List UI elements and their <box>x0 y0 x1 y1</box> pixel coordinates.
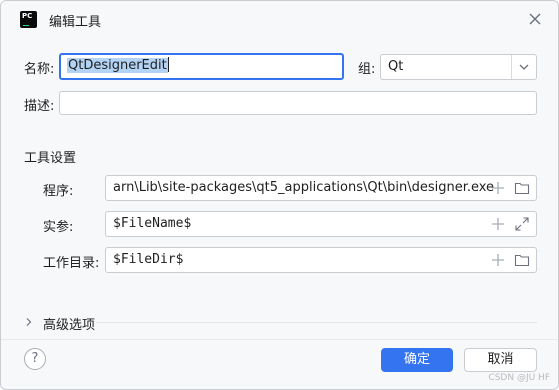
dialog-title: 编辑工具 <box>49 15 102 30</box>
group-combobox[interactable]: Qt <box>380 54 537 80</box>
working-directory-value: $FileDir$ <box>113 252 184 267</box>
ok-button[interactable]: 确定 <box>381 348 453 372</box>
advanced-options-toggle[interactable]: 高级选项 <box>23 313 96 333</box>
arguments-label: 实参: <box>43 220 74 235</box>
help-icon[interactable]: ? <box>24 348 46 370</box>
pycharm-logo-icon: PC <box>20 11 37 28</box>
program-value: arn\Lib\site-packages\qt5_applications\Q… <box>113 180 495 195</box>
description-input[interactable] <box>59 91 537 115</box>
name-input[interactable]: QtDesignerEdit <box>59 53 344 80</box>
working-directory-input[interactable]: $FileDir$ <box>105 247 537 273</box>
group-label: 组: <box>358 62 376 77</box>
folder-icon[interactable] <box>514 252 530 268</box>
folder-icon[interactable] <box>514 180 530 196</box>
advanced-options-label: 高级选项 <box>43 318 96 333</box>
footer-divider <box>1 339 558 340</box>
name-input-value: QtDesignerEdit <box>67 58 168 73</box>
edit-tool-dialog: PC 编辑工具 名称: QtDesignerEdit 组: Qt 描述: 工具设… <box>0 0 559 390</box>
watermark: CSDN @JU HF <box>488 373 550 383</box>
chevron-down-icon <box>519 64 529 70</box>
plus-icon[interactable] <box>490 180 506 196</box>
working-directory-label: 工作目录: <box>43 256 100 271</box>
plus-icon[interactable] <box>490 252 506 268</box>
close-icon[interactable] <box>526 10 544 28</box>
plus-icon[interactable] <box>490 216 506 232</box>
arguments-value: $FileName$ <box>113 216 192 231</box>
cancel-button[interactable]: 取消 <box>464 348 537 372</box>
tool-settings-heading: 工具设置 <box>24 151 77 166</box>
program-input[interactable]: arn\Lib\site-packages\qt5_applications\Q… <box>105 175 537 201</box>
program-label: 程序: <box>43 184 74 199</box>
name-label: 名称: <box>24 62 55 77</box>
description-label: 描述: <box>24 99 55 114</box>
group-value: Qt <box>388 59 404 74</box>
group-dropdown-button[interactable] <box>511 55 536 79</box>
arguments-input[interactable]: $FileName$ <box>105 211 537 237</box>
expand-icon[interactable] <box>514 216 530 232</box>
section-divider <box>96 322 537 323</box>
chevron-right-icon <box>26 318 32 326</box>
title-bar: PC 编辑工具 <box>1 1 558 39</box>
